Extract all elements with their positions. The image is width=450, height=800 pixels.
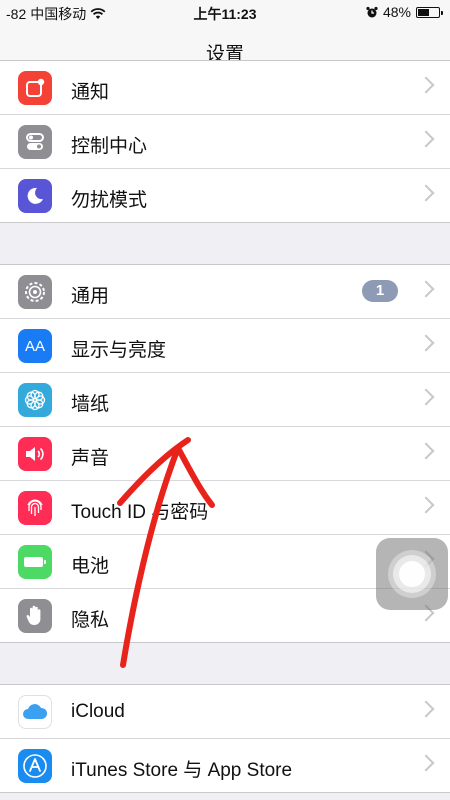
status-bar: -82 中国移动 上午11:23 48% <box>0 0 450 24</box>
battery-setting-icon <box>18 545 52 579</box>
status-right: 48% <box>366 4 443 20</box>
app-store-icon <box>18 749 52 783</box>
wallpaper-icon <box>18 383 52 417</box>
settings-row-general[interactable]: 通用 1 <box>0 265 450 319</box>
privacy-hand-icon <box>18 599 52 633</box>
settings-row-itunes-app-store[interactable]: iTunes Store 与 App Store <box>0 739 450 792</box>
settings-group-1: 通知 控制中心 勿扰模式 <box>0 60 450 223</box>
chevron-right-icon <box>417 130 435 148</box>
battery-icon <box>416 6 443 18</box>
notifications-icon <box>18 71 52 105</box>
row-label: 通用 <box>71 286 110 307</box>
sound-icon <box>18 437 52 471</box>
row-label: iCloud <box>71 701 125 722</box>
chevron-right-icon <box>417 334 435 352</box>
display-brightness-icon: AA <box>18 329 52 363</box>
battery-fill <box>418 8 429 16</box>
settings-row-wallpaper[interactable]: 墙纸 <box>0 373 450 427</box>
settings-row-do-not-disturb[interactable]: 勿扰模式 <box>0 169 450 222</box>
chevron-right-icon <box>417 388 435 406</box>
row-label: 勿扰模式 <box>71 190 148 211</box>
gear-icon <box>18 275 52 309</box>
update-count-badge: 1 <box>362 280 398 302</box>
row-label: 声音 <box>71 448 110 469</box>
icloud-icon <box>18 695 52 729</box>
settings-row-control-center[interactable]: 控制中心 <box>0 115 450 169</box>
fingerprint-icon <box>18 491 52 525</box>
row-label: iTunes Store 与 App Store <box>71 760 293 781</box>
control-center-icon <box>18 125 52 159</box>
row-label: 墙纸 <box>71 394 110 415</box>
alarm-icon <box>366 6 378 17</box>
chevron-right-icon <box>417 184 435 202</box>
battery-percent: 48% <box>382 4 411 20</box>
settings-row-notifications[interactable]: 通知 <box>0 61 450 115</box>
row-label: 电池 <box>71 556 110 577</box>
chevron-right-icon <box>417 76 435 94</box>
assistive-touch-ring-inner <box>399 561 425 587</box>
row-label: 隐私 <box>71 610 110 631</box>
settings-row-display-brightness[interactable]: AA 显示与亮度 <box>0 319 450 373</box>
row-label: Touch ID 与密码 <box>71 502 209 523</box>
row-label: 显示与亮度 <box>71 340 167 361</box>
assistive-touch-button[interactable] <box>376 538 448 610</box>
chevron-right-icon <box>417 280 435 298</box>
settings-row-icloud[interactable]: iCloud <box>0 685 450 739</box>
chevron-right-icon <box>417 496 435 514</box>
do-not-disturb-icon <box>18 179 52 213</box>
display-icon-text: AA <box>24 337 45 355</box>
row-label: 通知 <box>71 82 110 103</box>
chevron-right-icon <box>417 754 435 772</box>
settings-row-sounds[interactable]: 声音 <box>0 427 450 481</box>
chevron-right-icon <box>417 700 435 718</box>
row-label: 控制中心 <box>71 136 148 157</box>
chevron-right-icon <box>417 442 435 460</box>
settings-group-3: iCloud iTunes Store 与 App Store <box>0 684 450 793</box>
settings-row-touch-id[interactable]: Touch ID 与密码 <box>0 481 450 535</box>
